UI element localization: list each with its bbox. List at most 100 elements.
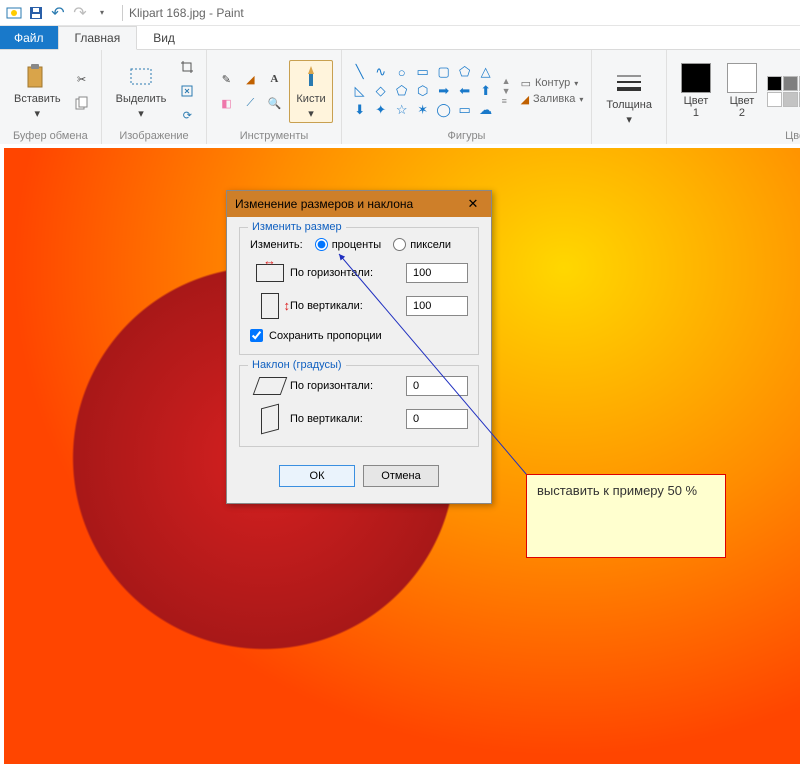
- shape-callout-rect[interactable]: ▭: [455, 101, 475, 119]
- select-label: Выделить: [116, 93, 167, 105]
- shape-rect[interactable]: ▭: [413, 63, 433, 81]
- skew-horiz-icon: [253, 377, 288, 395]
- palette-swatch[interactable]: [783, 92, 798, 107]
- resize-by-label: Изменить:: [250, 239, 303, 251]
- shape-line[interactable]: ╲: [350, 63, 370, 81]
- palette-swatch[interactable]: [767, 92, 782, 107]
- window-title: Klipart 168.jpg - Paint: [129, 6, 244, 20]
- undo-icon[interactable]: ↶: [48, 3, 68, 23]
- shape-callout-round[interactable]: ◯: [434, 101, 454, 119]
- gallery-up-icon[interactable]: ▲: [502, 76, 511, 86]
- close-icon[interactable]: ✕: [459, 194, 487, 214]
- shape-pentagon[interactable]: ⬠: [392, 82, 412, 100]
- shape-star5[interactable]: ☆: [392, 101, 412, 119]
- annotation-text: выставить к примеру 50 %: [537, 483, 697, 498]
- group-colors-label: Цвета: [785, 130, 800, 142]
- shape-curve[interactable]: ∿: [371, 63, 391, 81]
- outline-label: Контур: [535, 77, 570, 89]
- shape-diamond[interactable]: ◇: [371, 82, 391, 100]
- radio-percent-input[interactable]: [315, 238, 328, 251]
- color2-swatch: [727, 63, 757, 93]
- thickness-button[interactable]: Толщина ▾: [600, 67, 658, 128]
- eyedropper-icon[interactable]: ⟋: [239, 92, 261, 114]
- shape-uarrow[interactable]: ⬆: [476, 82, 496, 100]
- resize-icon[interactable]: [176, 80, 198, 102]
- tab-file-label: Файл: [14, 31, 44, 45]
- palette-swatch[interactable]: [767, 76, 782, 91]
- ok-button[interactable]: ОК: [279, 465, 355, 487]
- fill-label: Заливка: [533, 93, 575, 105]
- skew-vert-input[interactable]: [406, 409, 468, 429]
- radio-pixels-input[interactable]: [393, 238, 406, 251]
- gallery-down-icon[interactable]: ▼: [502, 86, 511, 96]
- redo-icon[interactable]: ↷: [70, 3, 90, 23]
- rotate-icon[interactable]: ⟳: [176, 104, 198, 126]
- skew-vert-icon: [261, 404, 279, 435]
- group-shapes: ╲ ∿ ○ ▭ ▢ ⬠ △ ◺ ◇ ⬠ ⬡ ➡ ⬅ ⬆ ⬇ ✦ ☆ ✶ ◯ ▭: [342, 50, 593, 144]
- shape-outline-button[interactable]: ▭Контур▾: [521, 77, 584, 90]
- dialog-title-text: Изменение размеров и наклона: [235, 197, 413, 211]
- shape-polygon[interactable]: ⬠: [455, 63, 475, 81]
- color2-label: Цвет 2: [730, 95, 755, 119]
- radio-pixels[interactable]: пиксели: [393, 238, 451, 251]
- skew-horiz-input[interactable]: [406, 376, 468, 396]
- shape-darrow[interactable]: ⬇: [350, 101, 370, 119]
- select-button[interactable]: Выделить ▾: [110, 61, 173, 122]
- gallery-more-icon[interactable]: ≡: [502, 96, 511, 106]
- keep-ratio-label: Сохранить пропорции: [269, 330, 382, 342]
- resize-horiz-icon: [256, 264, 284, 282]
- shapes-gallery[interactable]: ╲ ∿ ○ ▭ ▢ ⬠ △ ◺ ◇ ⬠ ⬡ ➡ ⬅ ⬆ ⬇ ✦ ☆ ✶ ◯ ▭: [350, 63, 496, 119]
- skew-horiz-label: По горизонтали:: [290, 380, 406, 392]
- palette-swatch[interactable]: [783, 76, 798, 91]
- pencil-icon[interactable]: ✎: [215, 68, 237, 90]
- keep-ratio-checkbox[interactable]: [250, 329, 263, 342]
- color1-button[interactable]: Цвет 1: [675, 61, 717, 121]
- eraser-icon[interactable]: ◧: [215, 92, 237, 114]
- dialog-titlebar[interactable]: Изменение размеров и наклона ✕: [227, 191, 491, 217]
- tab-file[interactable]: Файл: [0, 26, 58, 49]
- shape-rarrow[interactable]: ➡: [434, 82, 454, 100]
- group-image-label: Изображение: [119, 130, 188, 142]
- radio-percent[interactable]: проценты: [315, 238, 382, 251]
- shape-rtriangle[interactable]: ◺: [350, 82, 370, 100]
- copy-icon[interactable]: [71, 92, 93, 114]
- outline-icon: ▭: [521, 77, 531, 90]
- shape-callout-cloud[interactable]: ☁: [476, 101, 496, 119]
- paste-button[interactable]: Вставить ▾: [8, 61, 67, 122]
- chevron-down-icon: ▾: [138, 107, 144, 120]
- crop-icon[interactable]: [176, 56, 198, 78]
- shape-larrow[interactable]: ⬅: [455, 82, 475, 100]
- resize-horiz-input[interactable]: [406, 263, 468, 283]
- magnifier-icon[interactable]: 🔍: [263, 92, 285, 114]
- text-icon[interactable]: A: [263, 68, 285, 90]
- shape-star4[interactable]: ✦: [371, 101, 391, 119]
- app-icon[interactable]: [4, 3, 24, 23]
- save-icon[interactable]: [26, 3, 46, 23]
- paste-icon: [23, 63, 51, 91]
- resize-vert-label: По вертикали:: [290, 300, 406, 312]
- shape-fill-button[interactable]: ◢Заливка▾: [521, 93, 584, 106]
- shape-triangle[interactable]: △: [476, 63, 496, 81]
- resize-vert-input[interactable]: [406, 296, 468, 316]
- resize-legend: Изменить размер: [248, 221, 346, 233]
- tab-home[interactable]: Главная: [58, 26, 138, 50]
- shape-hexagon[interactable]: ⬡: [413, 82, 433, 100]
- tab-view[interactable]: Вид: [137, 26, 191, 49]
- qat-customize-icon[interactable]: ▾: [92, 3, 112, 23]
- paste-label: Вставить: [14, 93, 61, 105]
- shape-star6[interactable]: ✶: [413, 101, 433, 119]
- shape-roundrect[interactable]: ▢: [434, 63, 454, 81]
- cancel-button[interactable]: Отмена: [363, 465, 439, 487]
- chevron-down-icon: ▾: [35, 107, 41, 120]
- quick-access-toolbar: ↶ ↷ ▾: [0, 3, 116, 23]
- cut-icon[interactable]: ✂: [71, 68, 93, 90]
- separator: [122, 5, 123, 21]
- brushes-button[interactable]: Кисти ▾: [289, 60, 332, 123]
- fill-icon[interactable]: ◢: [239, 68, 261, 90]
- color2-button[interactable]: Цвет 2: [721, 61, 763, 121]
- group-tools: ✎ ◢ A ◧ ⟋ 🔍 Кисти ▾ Инструменты: [207, 50, 341, 144]
- skew-vert-label: По вертикали:: [290, 413, 406, 425]
- fill-bucket-icon: ◢: [521, 93, 529, 106]
- shape-oval[interactable]: ○: [392, 63, 412, 81]
- titlebar: ↶ ↷ ▾ Klipart 168.jpg - Paint: [0, 0, 800, 26]
